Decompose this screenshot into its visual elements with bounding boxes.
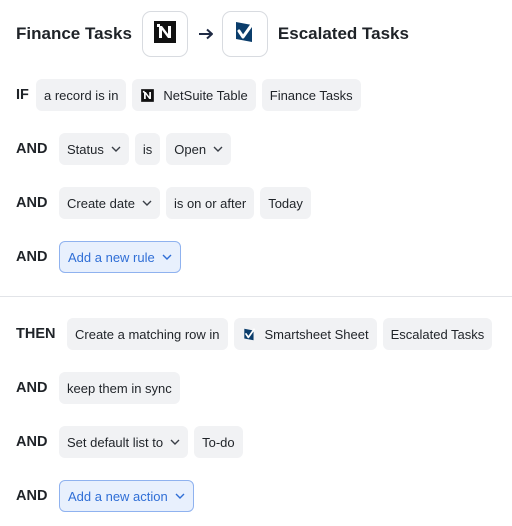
add-action-button[interactable]: Add a new action [59,480,194,512]
sync-row: AND keep them in sync [16,372,186,404]
target-app-label: Smartsheet Sheet [264,326,369,342]
add-action-row: AND Add a new action [16,480,200,512]
rule-value-dropdown[interactable]: Open [166,133,232,165]
rule-field-dropdown[interactable]: Create date [59,187,160,219]
flow-header: Finance Tasks Escalated Tasks [16,10,409,58]
and-keyword: AND [16,434,48,450]
action-chip[interactable]: Create a matching row in [67,318,228,350]
rule-row-create-date: AND Create date is on or after Today [16,187,317,219]
if-row: IF a record is in NetSuite Table Finance… [16,79,367,111]
smartsheet-icon [242,327,257,342]
arrow-right-icon [198,28,214,40]
source-app-chip[interactable]: NetSuite Table [132,79,256,111]
add-action-label: Add a new action [68,488,168,504]
target-sheet-chip[interactable]: Escalated Tasks [382,318,493,350]
section-divider [0,296,512,297]
default-list-label: Set default list to [67,434,164,450]
chevron-down-icon [142,200,152,206]
default-list-row: AND Set default list to To-do [16,426,249,458]
target-title: Escalated Tasks [277,24,409,43]
then-row: THEN Create a matching row in Smartsheet… [16,318,498,350]
source-title: Finance Tasks [16,24,132,43]
default-list-value-chip[interactable]: To-do [194,426,243,458]
rule-row-status: AND Status is Open [16,133,237,165]
and-keyword: AND [16,380,48,396]
add-rule-label: Add a new rule [68,249,155,265]
then-keyword: THEN [16,326,56,342]
chevron-down-icon [111,146,121,152]
sync-chip[interactable]: keep them in sync [59,372,180,404]
rule-field-dropdown[interactable]: Status [59,133,129,165]
rule-field-label: Status [67,141,104,157]
if-keyword: IF [16,87,29,103]
target-app-tile [221,11,268,57]
rule-value-label: Open [174,141,207,157]
chevron-down-icon [162,254,172,260]
and-keyword: AND [16,488,48,504]
default-list-dropdown[interactable]: Set default list to [59,426,189,458]
chevron-down-icon [175,493,185,499]
target-app-chip[interactable]: Smartsheet Sheet [233,318,377,350]
add-rule-row: AND Add a new rule [16,241,187,273]
smartsheet-icon [232,19,258,50]
source-table-chip[interactable]: Finance Tasks [261,79,361,111]
trigger-chip[interactable]: a record is in [36,79,127,111]
and-keyword: AND [16,249,48,265]
rule-value-chip[interactable]: Today [260,187,311,219]
source-app-label: NetSuite Table [163,87,248,103]
rule-operator-chip[interactable]: is [134,133,161,165]
netsuite-icon [140,88,155,103]
and-keyword: AND [16,195,48,211]
rule-field-label: Create date [67,195,135,211]
chevron-down-icon [213,146,223,152]
rule-operator-chip[interactable]: is on or after [165,187,255,219]
and-keyword: AND [16,141,48,157]
netsuite-icon [152,19,178,50]
add-rule-button[interactable]: Add a new rule [59,241,181,273]
chevron-down-icon [170,439,180,445]
source-app-tile [141,11,188,57]
